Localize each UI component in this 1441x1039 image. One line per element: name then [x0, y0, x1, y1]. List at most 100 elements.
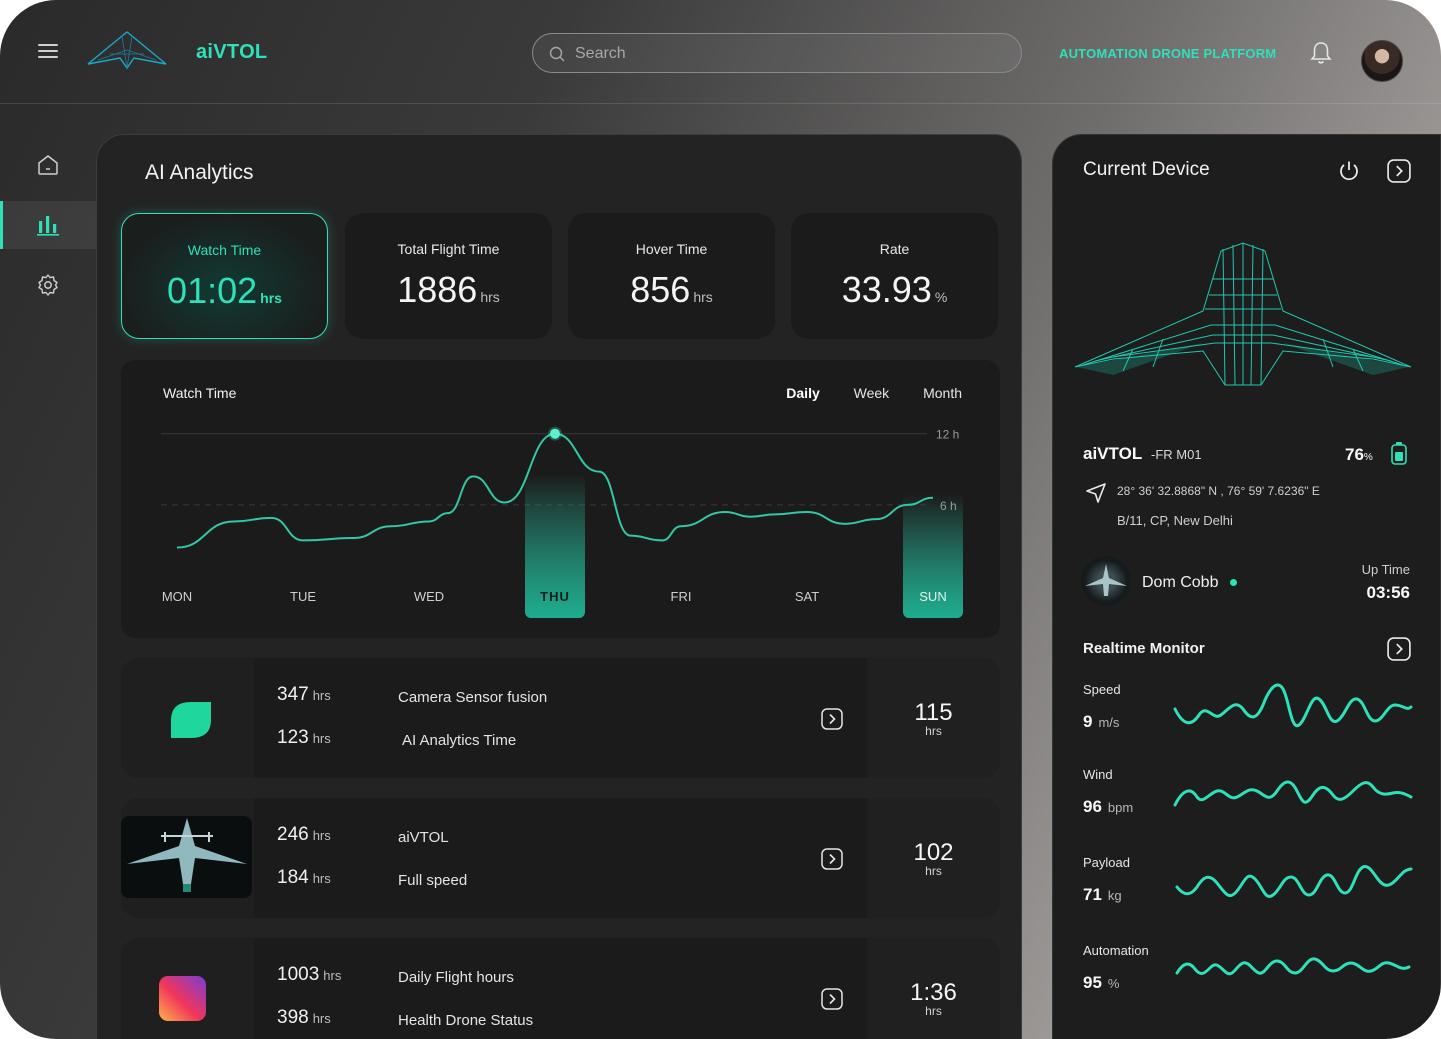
pilot-name: Dom Cobb [1142, 574, 1219, 591]
list-item-camera-sensor[interactable]: 347 hrs 123 hrs Camera Sensor fusion AI An… [121, 658, 1000, 778]
x-tick-label: MON [162, 589, 192, 604]
analytics-icon [37, 216, 59, 236]
tab-week[interactable]: Week [854, 385, 890, 401]
sidebar-item-home[interactable] [0, 141, 96, 189]
drone-avatar-icon [1085, 564, 1127, 596]
panel-title: AI Analytics [145, 161, 254, 184]
online-status-dot [1230, 579, 1237, 586]
metric-value-speed: 9 m/s [1083, 712, 1120, 731]
stat-card-hover-time[interactable]: Hover Time 856 hrs [568, 213, 775, 339]
automation-waveform [1175, 957, 1411, 976]
uptime-label: Up Time [1361, 562, 1410, 577]
x-tick-label: TUE [290, 589, 316, 604]
y-tick-label: 12 h [936, 428, 959, 442]
chevron-right-icon[interactable] [1387, 637, 1411, 661]
metric-primary: 1003 hrs [277, 964, 342, 985]
row-description-2: Full speed [398, 872, 468, 889]
metric-secondary: 398 hrs [277, 1007, 331, 1028]
chevron-right-icon[interactable] [821, 708, 843, 730]
chevron-right-icon[interactable] [1387, 159, 1411, 183]
device-panel-title: Current Device [1083, 159, 1210, 180]
sidebar-item-settings[interactable] [0, 261, 96, 309]
stat-card-rate[interactable]: Rate 33.93% [791, 213, 998, 339]
user-avatar[interactable] [1361, 40, 1403, 82]
gps-coordinates: 28° 36' 32.8868" N , 76° 59' 7.6236" E [1117, 484, 1320, 498]
x-tick-label: FRI [671, 589, 692, 604]
metric-value-automation: 95% [1083, 973, 1120, 992]
metric-value-payload: 71 kg [1083, 885, 1122, 904]
chart-title: Watch Time [163, 385, 237, 401]
row-description-1: aiVTOL [398, 829, 449, 846]
device-model: -FR M01 [1151, 447, 1202, 462]
stat-label: Rate [879, 241, 910, 257]
stat-card-watch-time[interactable]: Watch Time 01:02 hrs [121, 213, 328, 339]
drone-logo-icon [87, 31, 167, 70]
sidebar-item-analytics[interactable] [0, 201, 96, 249]
gradient-app-icon [159, 976, 206, 1021]
settings-icon [38, 274, 58, 296]
x-tick-label: THU [540, 589, 570, 604]
pilot-avatar [1081, 556, 1131, 606]
row-total: 1:36 hrs [867, 938, 1000, 1039]
row-description-1: Camera Sensor fusion [398, 689, 548, 706]
metric-label-wind: Wind [1083, 767, 1113, 782]
device-address: B/11, CP, New Delhi [1117, 513, 1233, 528]
battery-icon [1391, 442, 1407, 465]
realtime-monitor-title: Realtime Monitor [1083, 640, 1205, 657]
app-thumbnail [121, 658, 254, 778]
chart-period-tabs: Daily Week Month [756, 385, 962, 401]
search-input[interactable] [575, 42, 995, 66]
notification-bell-icon[interactable] [1310, 41, 1332, 65]
stat-card-total-flight-time[interactable]: Total Flight Time 1886 hrs [345, 213, 552, 339]
payload-waveform [1175, 865, 1413, 898]
uptime-value: 03:56 [1366, 583, 1410, 602]
metric-value-wind: 96 bpm [1083, 797, 1134, 816]
sidebar [0, 105, 96, 1039]
app-window: aiVTOL AUTOMATION DRONE PLATFORM [0, 0, 1441, 1039]
peak-point[interactable] [550, 428, 560, 439]
stat-value: 01:02 hrs [167, 270, 282, 311]
brand-name: aiVTOL [196, 41, 268, 63]
metric-secondary: 184 hrs [277, 867, 331, 888]
app-thumbnail [121, 938, 254, 1039]
list-item-aivtol[interactable]: 246 hrs 184 hrs aiVTOL Full speed 102 hrs [121, 798, 1000, 918]
x-tick-label: SUN [919, 589, 946, 604]
drone-wireframe-icon [1074, 242, 1412, 386]
metric-label-speed: Speed [1083, 682, 1121, 697]
drone-photo-icon [121, 816, 252, 898]
location-arrow-icon [1086, 483, 1106, 503]
watch-time-chart-svg: 6 h12 hMONTUEWEDTHUFRISATSUN [161, 426, 963, 618]
stat-value: 1886 hrs [397, 269, 500, 310]
stat-value: 856 hrs [630, 269, 713, 310]
x-tick-label: SAT [795, 589, 819, 604]
search-icon [549, 46, 565, 62]
metric-secondary: 123 hrs [277, 727, 331, 748]
stat-label: Hover Time [635, 241, 708, 257]
stat-label: Total Flight Time [397, 241, 500, 257]
metric-label-payload: Payload [1083, 855, 1130, 870]
x-tick-label: WED [414, 589, 444, 604]
device-name: aiVTOL [1083, 444, 1143, 463]
platform-label: AUTOMATION DRONE PLATFORM [1059, 46, 1277, 61]
chevron-right-icon[interactable] [821, 848, 843, 870]
row-description-2: Health Drone Status [398, 1012, 534, 1029]
home-icon [38, 155, 58, 175]
row-description-1: Daily Flight hours [398, 969, 514, 986]
metric-primary: 347 hrs [277, 684, 331, 705]
current-device-panel: Current Device aiVTOL -FR M01 76% 28° 36… [1052, 134, 1441, 1039]
row-description-2: AI Analytics Time [402, 732, 517, 749]
stat-value: 33.93% [841, 269, 948, 310]
drone-thumbnail [121, 798, 254, 918]
tab-month[interactable]: Month [923, 385, 962, 401]
analytics-panel: AI Analytics Watch Time 01:02 hrs Total F… [96, 134, 1022, 1039]
list-item-daily-flight[interactable]: 1003 hrs 398 hrs Daily Flight hours Health… [121, 938, 1000, 1039]
metric-label-automation: Automation [1083, 943, 1149, 958]
stat-label: Watch Time [187, 242, 262, 258]
leaf-logo-icon [171, 702, 211, 738]
battery-level: 76% [1345, 445, 1373, 464]
tab-daily[interactable]: Daily [786, 385, 819, 401]
search-bar[interactable] [532, 33, 1022, 73]
hamburger-menu-icon[interactable] [38, 44, 58, 60]
power-icon[interactable] [1337, 159, 1361, 183]
chevron-right-icon[interactable] [821, 988, 843, 1010]
